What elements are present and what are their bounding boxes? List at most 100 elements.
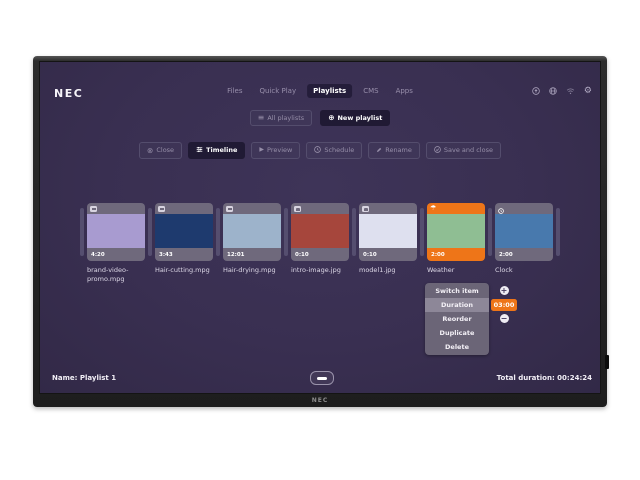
update-icon[interactable] [532,87,540,95]
timeline-card-weather-selected[interactable]: ☂ 2:00 [427,203,485,261]
timeline-card-clock[interactable]: 2:00 [495,203,553,261]
tab-files[interactable]: Files [221,84,248,98]
item-context-menu: Switch item Duration Reorder Duplicate D… [425,283,489,355]
timeline-item: 3:43 Hair-cutting.mpg [155,203,213,275]
timeline-item: 4:20 brand-video-promo.mpg [87,203,145,284]
image-icon [362,206,369,212]
playlist-name-label: Name: Playlist 1 [52,374,116,382]
weather-icon: ☂ [430,205,436,212]
pencil-icon [376,147,382,155]
insert-marker[interactable] [556,208,560,256]
playlist-actions-row: ≡ All playlists ⊕ New playlist [40,110,600,126]
timeline-card-intro-image[interactable]: 0:10 [291,203,349,261]
wifi-icon[interactable] [566,87,575,95]
item-duration: 0:10 [295,252,309,258]
rename-label: Rename [385,146,412,154]
thumbnail [87,214,145,248]
all-playlists-label: All playlists [267,114,304,122]
menu-item-duplicate[interactable]: Duplicate [425,326,489,340]
insert-marker[interactable] [284,208,288,256]
duration-decrease-button[interactable]: − [500,314,509,323]
item-name: brand-video-promo.mpg [87,266,145,284]
film-icon [226,206,233,212]
item-duration: 0:10 [363,252,377,258]
insert-marker[interactable] [216,208,220,256]
settings-icon[interactable]: ⚙ [584,87,592,95]
new-playlist-label: New playlist [337,114,382,122]
menu-item-reorder[interactable]: Reorder [425,312,489,326]
timeline-card-model1[interactable]: 0:10 [359,203,417,261]
collapse-handle[interactable] [310,371,334,385]
timeline-strip: 4:20 brand-video-promo.mpg 3:43 Hair-cut… [40,203,600,284]
item-name: Hair-cutting.mpg [155,266,213,275]
timeline-card-hair-cutting[interactable]: 3:43 [155,203,213,261]
timeline-button[interactable]: Timeline [188,142,245,159]
item-duration: 2:00 [431,252,445,258]
play-icon: ▶ [259,147,264,153]
status-bar: Name: Playlist 1 Total duration: 00:24:2… [52,372,592,385]
globe-icon[interactable] [549,87,557,95]
check-circle-icon [434,146,441,155]
save-and-close-label: Save and close [444,146,493,154]
all-playlists-button[interactable]: ≡ All playlists [250,110,313,126]
item-duration: 4:20 [91,252,105,258]
thumbnail [495,214,553,248]
tab-playlists[interactable]: Playlists [307,84,352,98]
timeline-item: 0:10 intro-image.jpg [291,203,349,275]
preview-label: Preview [267,146,292,154]
tab-cms[interactable]: CMS [357,84,384,98]
item-name: Weather [427,266,485,275]
clock-icon [314,146,321,155]
schedule-label: Schedule [324,146,354,154]
item-name: Clock [495,266,553,275]
header: NEC Files Quick Play Playlists CMS Apps … [40,84,600,102]
duration-stepper: + 03:00 − [491,283,517,323]
close-label: Close [156,146,174,154]
insert-marker[interactable] [420,208,424,256]
insert-marker[interactable] [488,208,492,256]
item-name: intro-image.jpg [291,266,349,275]
menu-item-duration[interactable]: Duration [425,298,489,312]
insert-marker[interactable] [352,208,356,256]
timeline-item: 0:10 model1.jpg [359,203,417,275]
item-name: model1.jpg [359,266,417,275]
tab-quick-play[interactable]: Quick Play [253,84,302,98]
film-icon [90,206,97,212]
control-stick[interactable] [605,355,609,369]
image-icon [294,206,301,212]
item-duration: 3:43 [159,252,173,258]
tab-apps[interactable]: Apps [390,84,419,98]
plus-circle-icon: ⊕ [328,114,334,122]
timeline-label: Timeline [206,146,237,154]
item-duration: 12:01 [227,252,245,258]
nec-display-bezel: NEC Files Quick Play Playlists CMS Apps … [33,56,607,407]
nec-bezel-logo: NEC [33,397,607,404]
menu-item-switch-item[interactable]: Switch item [425,284,489,298]
rename-button[interactable]: Rename [368,142,420,159]
main-nav: Files Quick Play Playlists CMS Apps [221,84,419,98]
duration-increase-button[interactable]: + [500,286,509,295]
thumbnail [155,214,213,248]
insert-marker[interactable] [80,208,84,256]
item-duration: 2:00 [499,252,513,258]
menu-item-delete[interactable]: Delete [425,340,489,354]
timeline-card-brand-video-promo[interactable]: 4:20 [87,203,145,261]
toolbar: ⊗ Close Timeline ▶ Preview Schedule [40,142,600,159]
close-icon: ⊗ [147,147,153,155]
timeline-card-hair-drying[interactable]: 12:01 [223,203,281,261]
duration-value: 03:00 [491,299,518,311]
thumbnail [359,214,417,248]
save-and-close-button[interactable]: Save and close [426,142,501,159]
hamburger-icon: ≡ [258,114,265,122]
close-button[interactable]: ⊗ Close [139,142,182,159]
schedule-button[interactable]: Schedule [306,142,362,159]
sliders-icon [196,146,203,155]
total-duration-label: Total duration: 00:24:24 [497,374,592,382]
collapse-bar-icon [317,377,327,380]
preview-button[interactable]: ▶ Preview [251,142,300,159]
new-playlist-button[interactable]: ⊕ New playlist [320,110,390,126]
insert-marker[interactable] [148,208,152,256]
timeline-item: 2:00 Clock [495,203,553,275]
item-name: Hair-drying.mpg [223,266,281,275]
timeline-item: 12:01 Hair-drying.mpg [223,203,281,275]
